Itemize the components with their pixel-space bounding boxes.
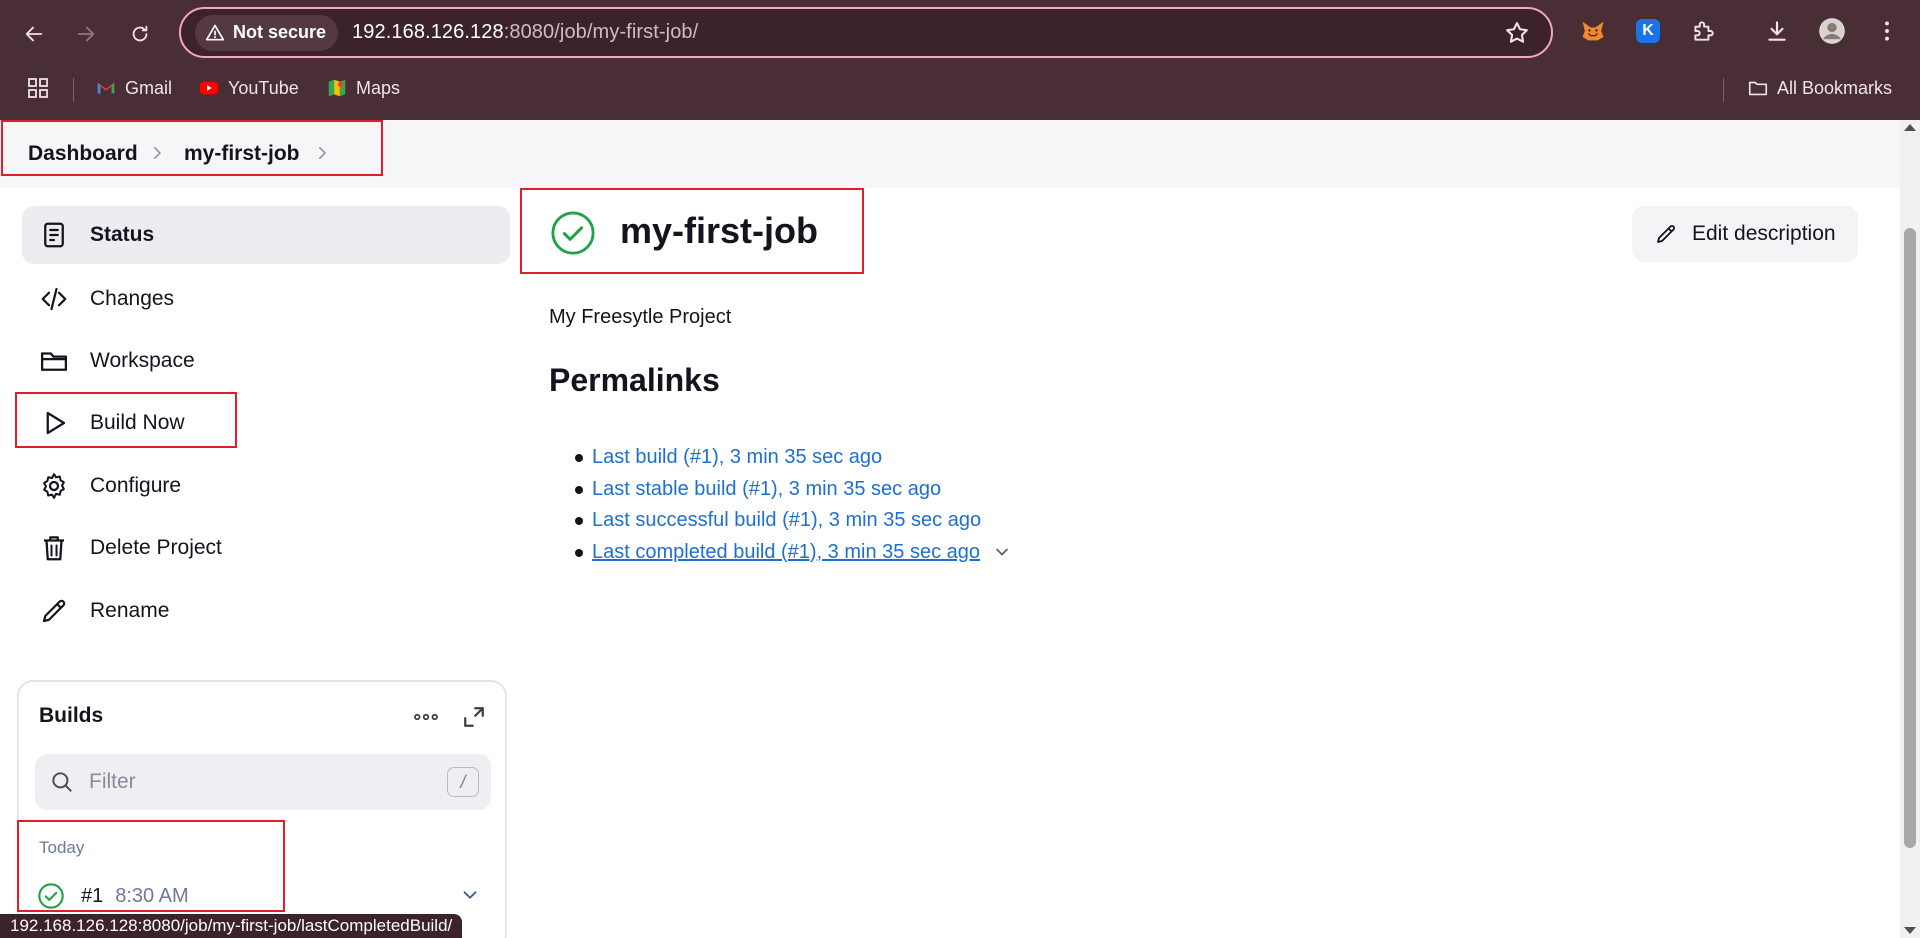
bookmark-youtube-label: YouTube (228, 77, 299, 98)
permalink-last-completed-build[interactable]: Last completed build (#1), 3 min 35 sec … (592, 541, 980, 564)
apps-button[interactable] (26, 74, 50, 102)
builds-title: Builds (39, 704, 104, 727)
bookmark-gmail[interactable]: Gmail (95, 74, 172, 102)
chevron-down-icon[interactable] (992, 542, 1012, 562)
kebab-menu-icon (1885, 21, 1889, 41)
builds-filter[interactable]: / (35, 754, 491, 810)
bookmark-gmail-label: Gmail (125, 77, 173, 98)
security-chip[interactable]: Not secure (195, 14, 339, 51)
pencil-icon (1657, 225, 1675, 243)
expand-icon[interactable] (459, 702, 489, 732)
folder-icon (38, 345, 70, 377)
k-extension-badge: K (1636, 19, 1660, 43)
jenkins-page: Dashboard my-first-job Status Changes Wo… (0, 120, 1900, 938)
sidebar-item-label: Rename (90, 599, 170, 622)
browser-chrome: Not secure 192.168.126.128:8080/job/my-f… (0, 0, 1920, 120)
list-item: Last completed build (#1), 3 min 35 sec … (575, 537, 1012, 569)
permalinks-heading: Permalinks (549, 362, 720, 398)
pencil-icon (38, 595, 70, 627)
warning-icon (205, 24, 225, 41)
scroll-down-arrow[interactable] (1904, 927, 1916, 934)
fox-icon (1582, 21, 1604, 41)
maps-icon (326, 77, 348, 99)
more-options-icon[interactable] (411, 702, 441, 732)
sidebar-item-label: Delete Project (90, 536, 222, 559)
all-bookmarks-button[interactable]: All Bookmarks (1747, 74, 1892, 102)
highlight-box (1, 120, 383, 176)
apps-grid-icon (28, 78, 48, 98)
code-icon (38, 283, 70, 315)
highlight-box (15, 392, 237, 448)
sidebar-item-status[interactable]: Status (22, 206, 510, 264)
all-bookmarks-label: All Bookmarks (1777, 77, 1893, 98)
highlight-box (17, 820, 285, 912)
puzzle-icon (1694, 21, 1714, 41)
scrollbar-thumb[interactable] (1904, 228, 1916, 848)
page-scrollbar[interactable] (1900, 120, 1920, 938)
sidebar-item-label: Changes (90, 287, 175, 310)
download-icon (1768, 21, 1786, 41)
reload-button[interactable] (120, 14, 160, 54)
security-label: Not secure (233, 22, 327, 42)
reload-icon (132, 25, 148, 42)
arrow-right-icon (77, 26, 95, 42)
search-icon (52, 772, 72, 792)
sidebar-item-workspace[interactable]: Workspace (22, 332, 510, 390)
address-bar[interactable]: Not secure 192.168.126.128:8080/job/my-f… (179, 7, 1553, 58)
folder-icon (1747, 77, 1769, 99)
list-item: Last stable build (#1), 3 min 35 sec ago (575, 474, 1012, 506)
highlight-box (520, 188, 864, 274)
metamask-extension[interactable] (1578, 16, 1608, 46)
permalink-last-build[interactable]: Last build (#1), 3 min 35 sec ago (592, 446, 882, 469)
browser-menu-button[interactable] (1872, 16, 1902, 46)
keyboard-shortcut-hint: / (447, 767, 479, 797)
bookmarks-divider (1723, 78, 1724, 102)
bookmark-maps-label: Maps (356, 77, 401, 98)
list-item: Last successful build (#1), 3 min 35 sec… (575, 505, 1012, 537)
sidebar-item-rename[interactable]: Rename (22, 582, 510, 640)
sidebar-item-configure[interactable]: Configure (22, 457, 510, 515)
filter-input[interactable] (89, 770, 409, 794)
back-button[interactable] (14, 14, 54, 54)
status-icon (38, 219, 70, 251)
bookmarks-bar: Gmail YouTube Maps All Bookmarks (0, 68, 1920, 108)
gmail-icon (95, 77, 117, 99)
chevron-down-icon[interactable] (459, 884, 481, 906)
sidebar-item-label: Configure (90, 474, 182, 497)
permalink-last-successful-build[interactable]: Last successful build (#1), 3 min 35 sec… (592, 509, 981, 532)
permalink-last-stable-build[interactable]: Last stable build (#1), 3 min 35 sec ago (592, 478, 941, 501)
extensions-button[interactable] (1688, 16, 1718, 46)
trash-icon (38, 532, 70, 564)
edit-description-label: Edit description (1692, 222, 1836, 245)
job-description: My Freesytle Project (549, 306, 732, 328)
avatar-icon (1819, 18, 1845, 44)
edit-description-button[interactable]: Edit description (1632, 206, 1858, 262)
bookmark-maps[interactable]: Maps (326, 74, 400, 102)
forward-button[interactable] (66, 14, 106, 54)
sidebar-item-label: Status (90, 223, 155, 246)
youtube-icon (198, 77, 220, 99)
scroll-up-arrow[interactable] (1904, 124, 1916, 131)
arrow-left-icon (25, 26, 43, 42)
link-preview-status: 192.168.126.128:8080/job/my-first-job/la… (0, 914, 463, 938)
url-text[interactable]: 192.168.126.128:8080/job/my-first-job/ (352, 21, 698, 44)
list-item: Last build (#1), 3 min 35 sec ago (575, 442, 1012, 474)
url-path: :8080/job/my-first-job/ (503, 21, 699, 43)
bookmarks-divider (73, 78, 74, 102)
permalinks-list: Last build (#1), 3 min 35 sec ago Last s… (575, 442, 1012, 569)
k-extension[interactable]: K (1633, 16, 1663, 46)
star-icon[interactable] (1503, 19, 1531, 47)
sidebar-item-changes[interactable]: Changes (22, 270, 510, 328)
url-host: 192.168.126.128 (352, 21, 504, 43)
sidebar-item-label: Workspace (90, 349, 195, 372)
sidebar-item-delete-project[interactable]: Delete Project (22, 519, 510, 577)
gear-icon (38, 470, 70, 502)
downloads-button[interactable] (1762, 16, 1792, 46)
bookmark-youtube[interactable]: YouTube (198, 74, 299, 102)
k-extension-letter: K (1642, 22, 1654, 39)
profile-avatar[interactable] (1817, 16, 1847, 46)
